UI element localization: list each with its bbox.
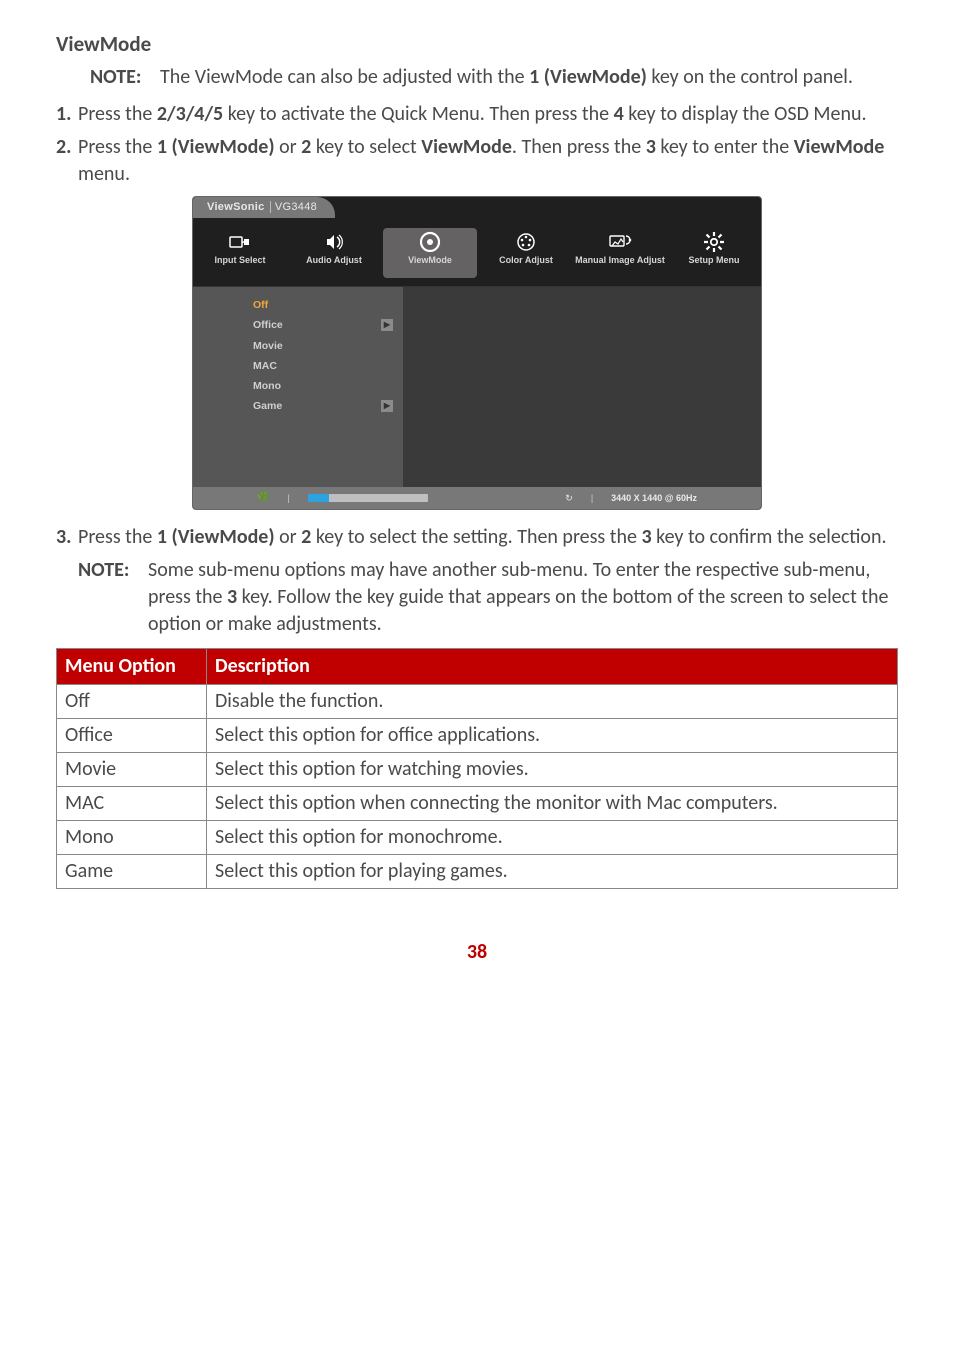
cell-desc: Select this option for watching movies.	[207, 753, 898, 787]
note1-post: key on the control panel.	[647, 65, 853, 89]
cell-desc: Select this option when connecting the m…	[207, 787, 898, 821]
step-num: 3.	[56, 524, 78, 551]
osd-tab-viewmode[interactable]: ViewMode	[383, 228, 477, 278]
cell-option: Movie	[57, 753, 207, 787]
page-number: 38	[56, 939, 898, 966]
osd-tab-label: Input Select	[193, 256, 287, 276]
note-label: NOTE:	[78, 557, 140, 638]
step-num: 2.	[56, 134, 78, 188]
chevron-right-icon: ▶	[381, 319, 393, 331]
step-body: Press the 1 (ViewMode) or 2 key to selec…	[78, 134, 898, 188]
osd-menu-game[interactable]: Game▶	[193, 396, 403, 416]
osd-top-nav: Input Select Audio Adjust ViewMode Color…	[193, 218, 761, 287]
osd-tab-label: Setup Menu	[667, 256, 761, 276]
osd-menu-mac[interactable]: MAC	[193, 356, 403, 376]
note-block-2: NOTE: Some sub-menu options may have ano…	[56, 557, 898, 638]
options-table: Menu Option Description OffDisable the f…	[56, 648, 898, 889]
table-row: GameSelect this option for playing games…	[57, 855, 898, 889]
th-menu-option: Menu Option	[57, 649, 207, 685]
note-label: NOTE:	[90, 64, 152, 91]
color-icon	[479, 230, 573, 254]
cell-desc: Disable the function.	[207, 685, 898, 719]
step-num: 1.	[56, 101, 78, 128]
osd-menu-mono[interactable]: Mono	[193, 376, 403, 396]
step-list: 1. Press the 2/3/4/5 key to activate the…	[56, 101, 898, 188]
osd-menu-off[interactable]: Off	[193, 295, 403, 315]
table-row: MACSelect this option when connecting th…	[57, 787, 898, 821]
table-row: OfficeSelect this option for office appl…	[57, 719, 898, 753]
input-icon	[193, 230, 287, 254]
step-1: 1. Press the 2/3/4/5 key to activate the…	[56, 101, 898, 128]
cell-option: Off	[57, 685, 207, 719]
cell-option: Mono	[57, 821, 207, 855]
osd-panel: ViewSonic VG3448 Input Select Audio Adju…	[192, 196, 762, 510]
note-block-1: NOTE: The ViewMode can also be adjusted …	[56, 64, 898, 91]
cell-option: Office	[57, 719, 207, 753]
viewmode-icon	[383, 230, 477, 254]
cell-desc: Select this option for monochrome.	[207, 821, 898, 855]
cell-option: Game	[57, 855, 207, 889]
osd-tab-label: Color Adjust	[479, 256, 573, 276]
table-row: MonoSelect this option for monochrome.	[57, 821, 898, 855]
osd-menu-office[interactable]: Office▶	[193, 315, 403, 335]
progress-bar	[308, 494, 428, 502]
osd-tab-audio-adjust[interactable]: Audio Adjust	[287, 228, 381, 278]
eco-icon: 🌿	[257, 491, 269, 505]
table-row: OffDisable the function.	[57, 685, 898, 719]
osd-tab-label: Audio Adjust	[287, 256, 381, 276]
cell-desc: Select this option for office applicatio…	[207, 719, 898, 753]
manual-icon	[573, 230, 667, 254]
osd-resolution: 3440 X 1440 @ 60Hz	[611, 492, 697, 504]
osd-tab-setup-menu[interactable]: Setup Menu	[667, 228, 761, 278]
osd-brand: ViewSonic	[207, 201, 265, 213]
osd-left-menu: Off Office▶ Movie MAC Mono Game▶	[193, 287, 403, 487]
audio-icon	[287, 230, 381, 254]
osd-tab-input-select[interactable]: Input Select	[193, 228, 287, 278]
osd-right-pane	[403, 287, 761, 487]
cell-option: MAC	[57, 787, 207, 821]
osd-body: Off Office▶ Movie MAC Mono Game▶	[193, 287, 761, 487]
table-header-row: Menu Option Description	[57, 649, 898, 685]
osd-screenshot: ViewSonic VG3448 Input Select Audio Adju…	[56, 196, 898, 510]
osd-tab-label: ViewMode	[383, 256, 477, 276]
chevron-right-icon: ▶	[381, 400, 393, 412]
note1-key: 1 (ViewMode)	[529, 65, 647, 89]
note-text: Some sub-menu options may have another s…	[148, 557, 898, 638]
osd-footer: 🌿 | ↻ | 3440 X 1440 @ 60Hz	[193, 487, 761, 509]
step-list-2: 3. Press the 1 (ViewMode) or 2 key to se…	[56, 524, 898, 551]
osd-tab-label: Manual Image Adjust	[573, 256, 667, 276]
osd-tab-color-adjust[interactable]: Color Adjust	[479, 228, 573, 278]
note-text: The ViewMode can also be adjusted with t…	[160, 64, 898, 91]
step-body: Press the 1 (ViewMode) or 2 key to selec…	[78, 524, 898, 551]
osd-tab-manual-image[interactable]: Manual Image Adjust	[573, 228, 667, 278]
osd-brand-tab: ViewSonic VG3448	[193, 197, 335, 218]
step-2: 2. Press the 1 (ViewMode) or 2 key to se…	[56, 134, 898, 188]
setup-icon	[667, 230, 761, 254]
refresh-icon: ↻	[565, 492, 573, 504]
note1-pre: The ViewMode can also be adjusted with t…	[160, 65, 529, 89]
osd-model: VG3448	[270, 201, 317, 213]
section-heading: ViewMode	[56, 30, 898, 58]
th-description: Description	[207, 649, 898, 685]
table-row: MovieSelect this option for watching mov…	[57, 753, 898, 787]
cell-desc: Select this option for playing games.	[207, 855, 898, 889]
step-3: 3. Press the 1 (ViewMode) or 2 key to se…	[56, 524, 898, 551]
osd-menu-movie[interactable]: Movie	[193, 336, 403, 356]
step-body: Press the 2/3/4/5 key to activate the Qu…	[78, 101, 898, 128]
